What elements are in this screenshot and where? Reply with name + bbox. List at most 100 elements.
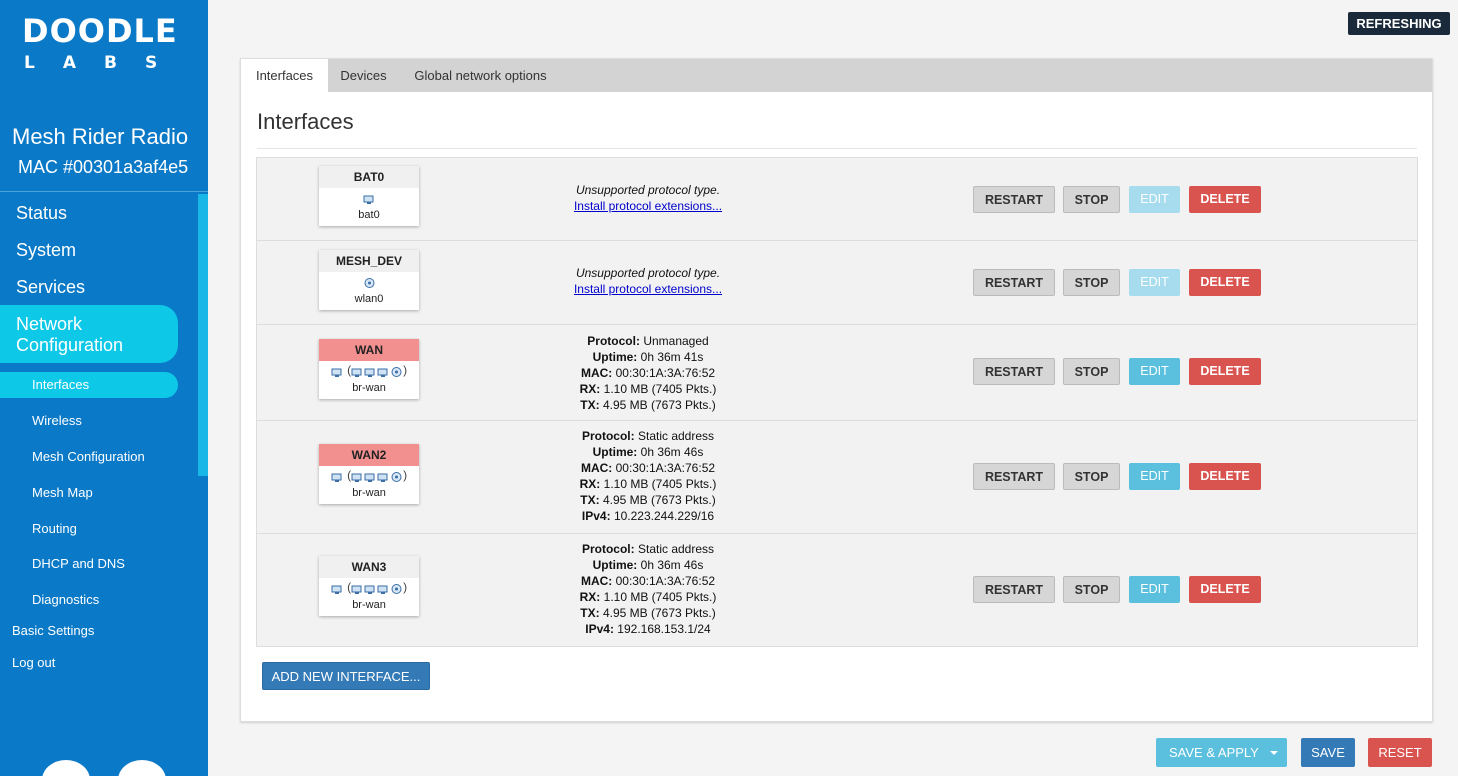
status-value: 10.223.244.229/16 [613,509,715,523]
ethernet-icon [377,470,390,483]
main-panel: Interfaces Devices Global network option… [240,58,1433,722]
tab-global-network-options[interactable]: Global network options [399,59,562,92]
interface-badge: MESH_DEV wlan0 [319,250,419,310]
ethernet-icon [351,365,364,378]
edit-button[interactable]: EDIT [1129,358,1180,385]
delete-button[interactable]: DELETE [1189,269,1261,296]
restart-button[interactable]: RESTART [973,576,1055,603]
status-value: 4.95 MB (7673 Pkts.) [602,606,716,620]
status-line: Uptime: 0h 36m 46s [485,557,811,573]
interface-name: MESH_DEV [319,250,419,272]
paren-open: ( [343,363,352,377]
nav-services[interactable]: Services [16,277,85,298]
nav-log-out[interactable]: Log out [12,655,55,670]
device-name: Mesh Rider Radio [12,124,189,149]
stop-button[interactable]: STOP [1063,186,1120,213]
reset-button[interactable]: RESET [1368,738,1432,767]
status-line: Uptime: 0h 36m 41s [485,349,811,365]
nav-mesh-configuration[interactable]: Mesh Configuration [32,449,145,464]
table-row: WAN () br-wan Protocol: Unmanaged Uptime: 0… [257,325,1417,421]
paren-close: ) [403,580,408,594]
interface-device-icons: () [319,361,419,379]
stop-button[interactable]: STOP [1063,576,1120,603]
nav-diagnostics[interactable]: Diagnostics [32,592,99,607]
add-new-interface-button[interactable]: ADD NEW INTERFACE... [262,662,430,690]
interface-device: bat0 [358,209,380,221]
status-value: 192.168.153.1/24 [617,622,711,636]
interface-badge: BAT0 bat0 [319,166,419,226]
status-value: 00:30:1A:3A:76:52 [615,574,716,588]
status-value: 1.10 MB (7405 Pkts.) [603,382,717,396]
status-line: TX: 4.95 MB (7673 Pkts.) [485,605,811,621]
status-label: IPv4: [581,509,611,523]
interface-device-icons [319,188,419,206]
wifi-icon [390,365,403,378]
edit-button[interactable]: EDIT [1129,269,1180,296]
status-line: MAC: 00:30:1A:3A:76:52 [485,460,811,476]
ethernet-icon [377,582,390,595]
table-row: MESH_DEV wlan0 Unsupported protocol type. I… [257,241,1417,325]
status-value: Unmanaged [643,334,709,348]
delete-button[interactable]: DELETE [1189,463,1261,490]
status-line: TX: 4.95 MB (7673 Pkts.) [485,492,811,508]
doodle-labs-logo: DOODLE LABS [22,14,192,74]
interface-device: wlan0 [354,293,384,305]
nav-divider [0,191,208,192]
nav-basic-settings[interactable]: Basic Settings [12,623,94,638]
status-value: 0h 36m 41s [640,350,704,364]
status-value: 1.10 MB (7405 Pkts.) [603,477,717,491]
ethernet-icon [351,582,364,595]
table-row: WAN3 () br-wan Protocol: Static address Upt… [257,534,1417,646]
status-label: Protocol: [587,334,640,348]
status-value: 0h 36m 46s [640,558,704,572]
interface-badge: WAN () br-wan [319,339,419,399]
caret-down-icon[interactable] [1270,751,1278,755]
edit-button[interactable]: EDIT [1129,186,1180,213]
interface-device: br-wan [352,599,386,611]
tab-interfaces[interactable]: Interfaces [241,59,328,92]
nav-routing[interactable]: Routing [32,521,77,536]
delete-button[interactable]: DELETE [1189,358,1261,385]
restart-button[interactable]: RESTART [973,463,1055,490]
interface-status: Unsupported protocol type. Install protoc… [485,182,811,214]
stop-button[interactable]: STOP [1063,269,1120,296]
nav-interfaces-label: Interfaces [32,377,90,392]
nav-system[interactable]: System [16,240,76,261]
tab-devices[interactable]: Devices [328,59,399,92]
restart-button[interactable]: RESTART [973,269,1055,296]
install-protocol-extensions-link[interactable]: Install protocol extensions... [574,282,722,296]
nav-interfaces[interactable]: Interfaces [0,372,178,398]
save-button[interactable]: SAVE [1301,738,1355,767]
save-apply-button[interactable]: SAVE & APPLY [1156,738,1287,767]
nav-wireless[interactable]: Wireless [32,413,82,428]
nav-status[interactable]: Status [16,203,67,224]
stop-button[interactable]: STOP [1063,358,1120,385]
status-line: IPv4: 10.223.244.229/16 [485,508,811,524]
status-label: Protocol: [581,429,635,443]
status-value: 0h 36m 46s [640,445,704,459]
status-value: 4.95 MB (7673 Pkts.) [602,398,716,412]
interface-badge: WAN3 () br-wan [319,556,419,616]
interface-device: br-wan [352,487,386,499]
paren-close: ) [403,468,408,482]
status-label: TX: [580,606,600,620]
nav-network-configuration-label: Network Configuration [16,314,124,355]
delete-button[interactable]: DELETE [1189,186,1261,213]
stop-button[interactable]: STOP [1063,463,1120,490]
status-label: RX: [579,590,601,604]
refreshing-badge: REFRESHING [1348,12,1450,35]
nav-mesh-map[interactable]: Mesh Map [32,485,93,500]
edit-button[interactable]: EDIT [1129,576,1180,603]
restart-button[interactable]: RESTART [973,358,1055,385]
install-protocol-extensions-link[interactable]: Install protocol extensions... [574,199,722,213]
interfaces-table: BAT0 bat0 Unsupported protocol type. Instal… [256,157,1418,647]
status-label: Uptime: [592,558,638,572]
delete-button[interactable]: DELETE [1189,576,1261,603]
nav-network-configuration[interactable]: Network Configuration [0,305,178,363]
nav-dhcp-dns[interactable]: DHCP and DNS [32,556,125,571]
restart-button[interactable]: RESTART [973,186,1055,213]
status-value: Static address [637,429,715,443]
tab-bar: Interfaces Devices Global network option… [241,59,1432,92]
edit-button[interactable]: EDIT [1129,463,1180,490]
table-row: WAN2 () br-wan Protocol: Static address Upt… [257,421,1417,534]
